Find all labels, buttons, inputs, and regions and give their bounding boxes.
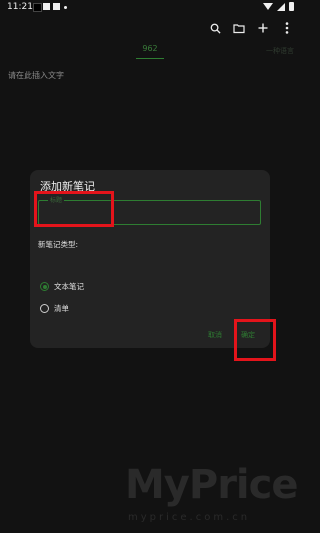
radio-checklist[interactable]: 清单: [40, 303, 69, 314]
watermark-url: myprice.com.cn: [128, 512, 251, 523]
battery-icon: [289, 2, 294, 11]
tab-indicator: [136, 58, 164, 59]
radio-unchecked-icon[interactable]: [40, 304, 49, 313]
search-icon[interactable]: [208, 21, 222, 35]
note-type-label: 新笔记类型:: [38, 240, 79, 249]
radio-text-note[interactable]: 文本笔记: [40, 281, 84, 292]
status-icons: [263, 2, 294, 11]
notification-icon: [43, 3, 50, 10]
radio-text-note-label: 文本笔记: [54, 282, 84, 291]
status-bar: 11:21: [0, 0, 300, 14]
notification-dot-icon: [64, 6, 67, 9]
cancel-button[interactable]: 取消: [208, 330, 222, 340]
folder-icon[interactable]: [232, 21, 246, 35]
status-time: 11:21: [7, 2, 33, 12]
notification-icon: [53, 3, 60, 10]
note-placeholder[interactable]: 请在此插入文字: [8, 70, 64, 81]
radio-checklist-label: 清单: [54, 304, 69, 313]
wifi-icon: [263, 3, 273, 10]
tab-next[interactable]: 一种语言: [266, 46, 294, 56]
add-icon[interactable]: [256, 21, 270, 35]
app-screen: 11:21 962 一种语言 请在此插入文字 添加新笔记 标题 新笔记类型: 文…: [0, 0, 300, 533]
radio-checked-icon[interactable]: [40, 282, 49, 291]
highlight-box-title-field: [34, 191, 114, 227]
top-toolbar: [208, 18, 294, 38]
more-vert-icon[interactable]: [280, 21, 294, 35]
notification-icon: [33, 3, 42, 12]
tab-active[interactable]: 962: [136, 44, 164, 53]
highlight-box-confirm: [234, 319, 276, 361]
signal-icon: [277, 2, 285, 11]
watermark-logo: MyPrice: [125, 462, 298, 508]
